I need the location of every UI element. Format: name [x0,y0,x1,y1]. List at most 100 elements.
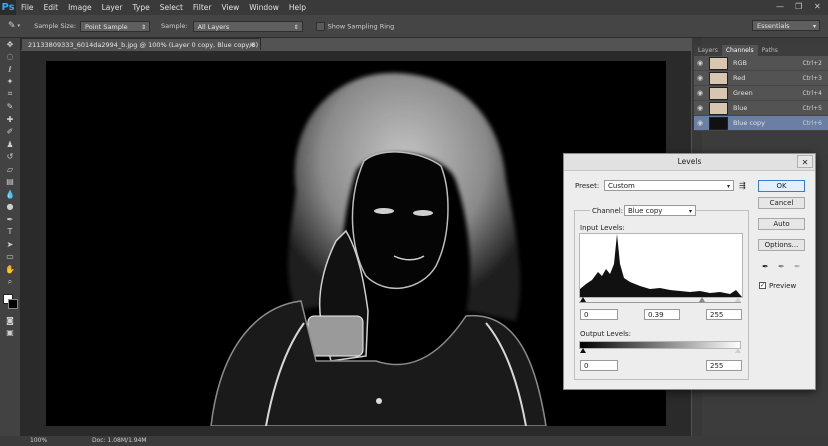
minimize-button[interactable]: — [776,2,784,11]
channel-row-blue[interactable]: ◉ Blue Ctrl+5 [694,101,828,116]
preset-label: Preset: [575,182,600,190]
hand-tool-icon[interactable]: ✋ [0,263,20,276]
auto-button[interactable]: Auto [758,218,805,230]
tab-paths[interactable]: Paths [758,45,782,56]
tools-panel: ✥ ◌ ℓ ✦ ⌗ ✎ ✚ ✐ ♟ ↺ ▱ ▤ 💧 ● ✒ T ➤ ▭ ✋ ⌕ … [0,38,21,438]
sample-size-dropdown[interactable]: Point Sample ⇕ [80,20,151,32]
quick-select-tool-icon[interactable]: ✦ [0,76,20,89]
preview-checkbox[interactable]: ✓ [759,282,766,289]
visibility-eye-icon[interactable]: ◉ [694,119,706,127]
quick-mask-icon[interactable]: ◙ [0,314,20,327]
channels-list: ◉ RGB Ctrl+2 ◉ Red Ctrl+3 ◉ Green Ctrl+4… [694,56,828,131]
visibility-eye-icon[interactable]: ◉ [694,59,706,67]
healing-brush-tool-icon[interactable]: ✚ [0,113,20,126]
menu-view[interactable]: View [216,0,244,15]
restore-button[interactable]: ❐ [795,2,802,11]
preset-options-icon[interactable]: ⇶ [739,181,746,190]
output-white-slider[interactable] [735,348,741,353]
output-black-slider[interactable] [580,348,586,353]
eraser-tool-icon[interactable]: ▱ [0,163,20,176]
channel-row-red[interactable]: ◉ Red Ctrl+3 [694,71,828,86]
options-button[interactable]: Options... [758,239,805,251]
zoom-tool-icon[interactable]: ⌕ [0,276,20,289]
input-white-slider[interactable] [735,297,741,302]
channel-row-rgb[interactable]: ◉ RGB Ctrl+2 [694,56,828,71]
type-tool-icon[interactable]: T [0,226,20,239]
marquee-tool-icon[interactable]: ◌ [0,51,20,64]
channel-name: Green [733,89,753,97]
input-white-field[interactable]: 255 [706,309,742,320]
input-slider-track [579,302,741,303]
sample-value: All Layers [197,22,230,31]
tab-layers[interactable]: Layers [694,45,722,56]
cancel-button[interactable]: Cancel [758,197,805,209]
histogram-graph [580,234,742,297]
channel-value: Blue copy [628,207,663,215]
pen-tool-icon[interactable]: ✒ [0,213,20,226]
channel-thumbnail [709,86,728,100]
crop-tool-icon[interactable]: ⌗ [0,88,20,101]
output-levels-label: Output Levels: [580,330,632,338]
channel-shortcut: Ctrl+6 [802,119,822,127]
input-gamma-field[interactable]: 0.39 [644,309,680,320]
histogram [579,233,743,298]
foreground-background-color-icon[interactable] [0,288,20,314]
input-black-slider[interactable] [580,297,586,302]
menu-type[interactable]: Type [128,0,155,15]
menu-layer[interactable]: Layer [97,0,128,15]
clone-stamp-tool-icon[interactable]: ♟ [0,138,20,151]
channel-name: Blue copy [733,119,765,127]
visibility-eye-icon[interactable]: ◉ [694,74,706,82]
dropdown-arrow-icon: ⇕ [293,23,299,31]
close-dialog-button[interactable]: ✕ [797,155,813,168]
visibility-eye-icon[interactable]: ◉ [694,104,706,112]
status-bar: 100% Doc: 1.08M/1.94M [0,436,828,446]
brush-tool-icon[interactable]: ✐ [0,126,20,139]
tab-channels[interactable]: Channels [721,45,758,56]
blur-tool-icon[interactable]: 💧 [0,188,20,201]
menu-filter[interactable]: Filter [188,0,217,15]
output-white-field[interactable]: 255 [706,360,742,371]
input-gamma-slider[interactable] [699,297,705,302]
ok-button[interactable]: OK [758,180,805,192]
path-selection-tool-icon[interactable]: ➤ [0,238,20,251]
menu-edit[interactable]: Edit [39,0,64,15]
output-black-field[interactable]: 0 [580,360,618,371]
preset-dropdown[interactable]: Custom ▾ [604,180,734,191]
channel-name: Red [733,74,746,82]
shape-tool-icon[interactable]: ▭ [0,251,20,264]
sample-size-label: Sample Size: [34,22,77,30]
menu-select[interactable]: Select [155,0,188,15]
gray-eyedropper-icon[interactable]: ✒ [778,262,786,272]
channel-dropdown[interactable]: Blue copy ▾ [624,205,696,216]
close-document-icon[interactable]: × [250,39,255,51]
show-sampling-ring-checkbox[interactable]: Show Sampling Ring [315,21,394,31]
black-eyedropper-icon[interactable]: ✒ [762,262,770,272]
chevron-down-icon: ▾ [726,183,730,190]
input-black-field[interactable]: 0 [580,309,618,320]
close-window-button[interactable]: ✕ [814,2,821,11]
menu-help[interactable]: Help [284,0,311,15]
sample-dropdown[interactable]: All Layers ⇕ [192,20,303,32]
preset-value: Custom [608,182,635,190]
history-brush-tool-icon[interactable]: ↺ [0,151,20,164]
menu-bar: Ps File Edit Image Layer Type Select Fil… [0,0,828,15]
menu-window[interactable]: Window [244,0,284,15]
dodge-tool-icon[interactable]: ● [0,201,20,214]
move-tool-icon[interactable]: ✥ [0,38,20,51]
eyedropper-tool-icon[interactable]: ✎ [0,101,20,114]
zoom-level[interactable]: 100% [30,436,47,446]
tool-preset-chevron-icon[interactable]: ▾ [18,23,21,29]
channel-row-blue-copy[interactable]: ◉ Blue copy Ctrl+6 [694,116,828,131]
gradient-tool-icon[interactable]: ▤ [0,176,20,189]
screen-mode-icon[interactable]: ▣ [0,327,20,340]
visibility-eye-icon[interactable]: ◉ [694,89,706,97]
menu-file[interactable]: File [16,0,39,15]
channel-row-green[interactable]: ◉ Green Ctrl+4 [694,86,828,101]
workspace-dropdown[interactable]: Essentials ▾ [752,20,820,31]
eyedropper-tool-icon[interactable]: ✎ [8,21,16,31]
menu-image[interactable]: Image [63,0,97,15]
lasso-tool-icon[interactable]: ℓ [0,63,20,76]
document-tab[interactable]: 21133809333_6014da2994_b.jpg @ 100% (Lay… [21,38,261,61]
white-eyedropper-icon[interactable]: ✒ [794,262,802,272]
